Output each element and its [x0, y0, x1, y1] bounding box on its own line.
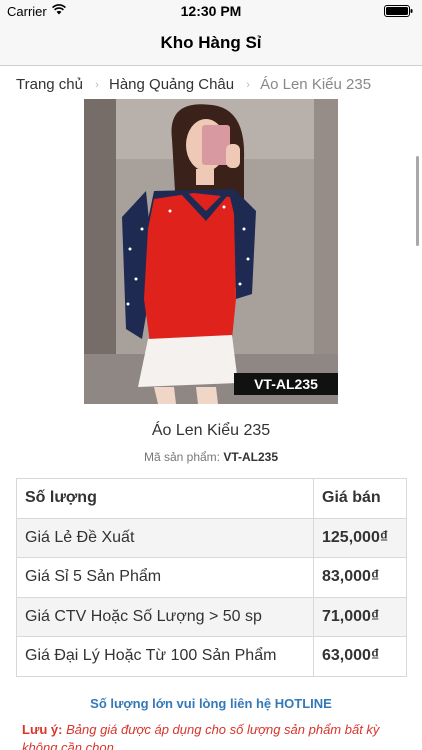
tier-price: 63,000₫: [313, 636, 407, 677]
product-code: Mã sản phẩm: VT-AL235: [0, 450, 422, 464]
hotline-link[interactable]: Số lượng lớn vui lòng liên hệ HOTLINE: [0, 696, 422, 711]
breadcrumb: Trang chủ › Hàng Quảng Châu › Áo Len Kiể…: [16, 76, 371, 93]
product-code-label: Mã sản phẩm:: [143, 450, 220, 464]
product-image-tag: VT-AL235: [234, 373, 338, 395]
price-note: Lưu ý: Bảng giá được áp dụng cho số lượn…: [22, 721, 414, 750]
product-image[interactable]: VT-AL235: [84, 99, 338, 404]
chevron-right-icon: ›: [246, 79, 250, 91]
tier-label: Giá CTV Hoặc Số Lượng > 50 sp: [16, 596, 314, 637]
status-time: 12:30 PM: [180, 3, 242, 19]
tier-price: 125,000₫: [313, 517, 407, 558]
scroll-indicator[interactable]: [416, 156, 419, 246]
breadcrumb-home[interactable]: Trang chủ: [16, 76, 83, 93]
product-photo: [84, 99, 338, 404]
table-row: Giá Đại Lý Hoặc Từ 100 Sản Phẩm 63,000₫: [16, 636, 407, 677]
product-name: Áo Len Kiểu 235: [151, 422, 271, 439]
status-bar: Carrier 12:30 PM: [0, 0, 422, 22]
note-label: Lưu ý:: [22, 722, 63, 737]
product-content[interactable]: Trang chủ › Hàng Quảng Châu › Áo Len Kiể…: [0, 66, 422, 750]
chevron-right-icon: ›: [95, 79, 99, 91]
note-text: Bảng giá được áp dụng cho số lượng sản p…: [22, 722, 380, 750]
product-code-value: VT-AL235: [223, 450, 279, 464]
battery-icon: [384, 5, 413, 17]
tier-label: Giá Đại Lý Hoặc Từ 100 Sản Phẩm: [16, 636, 314, 677]
price-table: Số lượng Giá bán Giá Lẻ Đề Xuất 125,000₫…: [16, 478, 407, 677]
header-price: Giá bán: [313, 478, 407, 519]
tier-price: 83,000₫: [313, 557, 407, 598]
tier-label: Giá Sỉ 5 Sản Phẩm: [16, 557, 314, 598]
table-row: Giá Lẻ Đề Xuất 125,000₫: [16, 517, 407, 558]
tier-label: Giá Lẻ Đề Xuất: [16, 517, 314, 558]
header-quantity: Số lượng: [16, 478, 314, 519]
breadcrumb-category[interactable]: Hàng Quảng Châu: [109, 76, 234, 93]
table-row: Giá CTV Hoặc Số Lượng > 50 sp 71,000₫: [16, 596, 407, 637]
navigation-bar: Kho Hàng Sỉ: [0, 22, 422, 66]
table-row: Giá Sỉ 5 Sản Phẩm 83,000₫: [16, 557, 407, 598]
tier-price: 71,000₫: [313, 596, 407, 637]
price-table-header: Số lượng Giá bán: [16, 478, 407, 519]
breadcrumb-current: Áo Len Kiểu 235: [260, 76, 372, 93]
nav-title: Kho Hàng Sỉ: [160, 33, 262, 52]
